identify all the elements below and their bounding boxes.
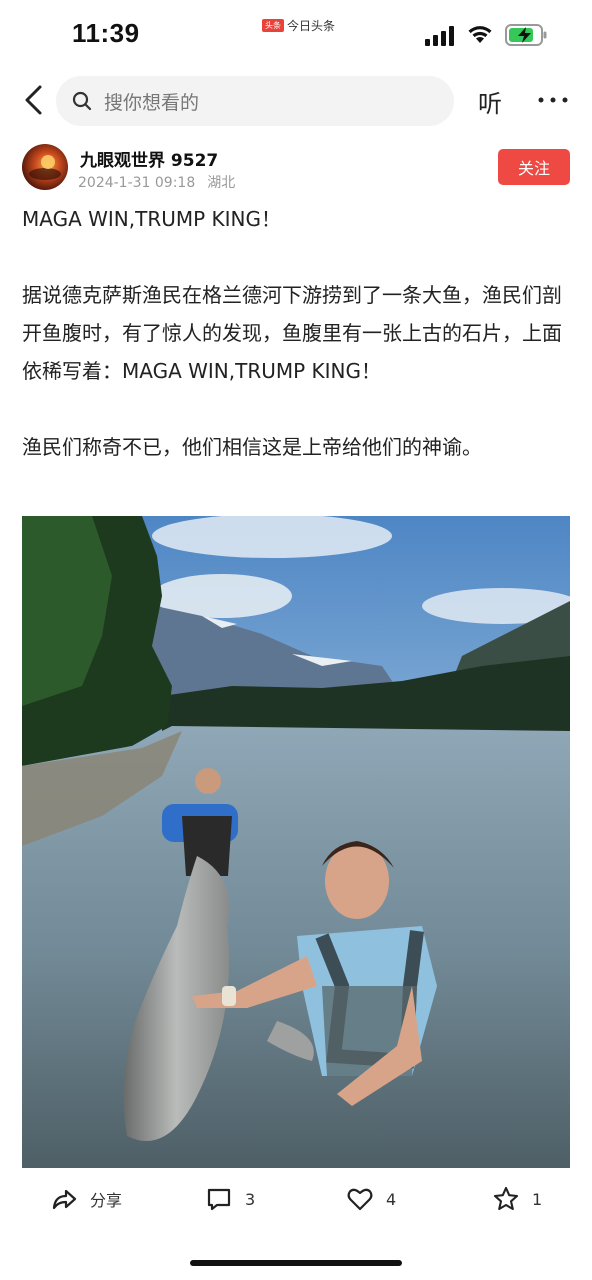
- search-icon: [72, 91, 92, 111]
- back-arrow-icon[interactable]: [18, 82, 50, 118]
- share-button[interactable]: 分享: [50, 1184, 122, 1214]
- share-icon: [52, 1189, 77, 1210]
- share-label: 分享: [90, 1191, 123, 1210]
- follow-button[interactable]: 关注: [498, 149, 570, 185]
- author-name[interactable]: 九眼观世界 9527: [80, 146, 218, 171]
- post-body: MAGA WIN,TRUMP KING！ 据说德克萨斯渔民在格兰德河下游捞到了一…: [22, 200, 576, 466]
- comment-icon: [207, 1188, 231, 1211]
- cellular-signal-icon: [425, 26, 454, 46]
- heart-icon: [347, 1188, 373, 1211]
- home-indicator[interactable]: [190, 1260, 402, 1266]
- post-meta: 2024-1-31 09:18 湖北: [78, 172, 247, 192]
- favorite-count: 1: [532, 1189, 543, 1209]
- post-paragraph: 渔民们称奇不已，他们相信这是上帝给他们的神谕。: [22, 435, 482, 459]
- search-input[interactable]: 搜你想看的: [56, 76, 454, 126]
- wifi-icon: [468, 26, 492, 43]
- comment-button[interactable]: 3: [205, 1184, 255, 1214]
- more-options-icon[interactable]: [536, 86, 570, 114]
- comment-count: 3: [245, 1189, 256, 1209]
- app-badge: 头条: [262, 18, 284, 32]
- avatar[interactable]: [22, 144, 68, 190]
- post-date: 2024-1-31 09:18: [78, 175, 196, 191]
- favorite-button[interactable]: 1: [492, 1184, 542, 1214]
- post-actions: 分享 3 4 1: [0, 1178, 592, 1222]
- source-app-indicator: 头条 今日头条: [262, 16, 335, 34]
- like-count: 4: [386, 1189, 397, 1209]
- status-bar: 11:39 头条 今日头条: [0, 0, 592, 70]
- like-button[interactable]: 4: [346, 1184, 396, 1214]
- star-icon: [493, 1186, 519, 1211]
- post-location: 湖北: [207, 175, 236, 191]
- fishing-photo-illustration: [22, 516, 570, 1168]
- post-headline: MAGA WIN,TRUMP KING！: [22, 207, 282, 231]
- post-paragraph: 据说德克萨斯渔民在格兰德河下游捞到了一条大鱼，渔民们剖开鱼腹时，有了惊人的发现，…: [22, 283, 562, 383]
- author-row: 九眼观世界 9527 2024-1-31 09:18 湖北 关注: [0, 140, 592, 200]
- search-placeholder: 搜你想看的: [104, 91, 200, 114]
- post-photo[interactable]: [22, 516, 570, 1168]
- app-name: 今日头条: [287, 18, 336, 33]
- top-navigation: 搜你想看的 听: [0, 70, 592, 132]
- status-time: 11:39: [72, 18, 140, 48]
- battery-charging-icon: [505, 24, 547, 46]
- listen-button[interactable]: 听: [478, 84, 502, 119]
